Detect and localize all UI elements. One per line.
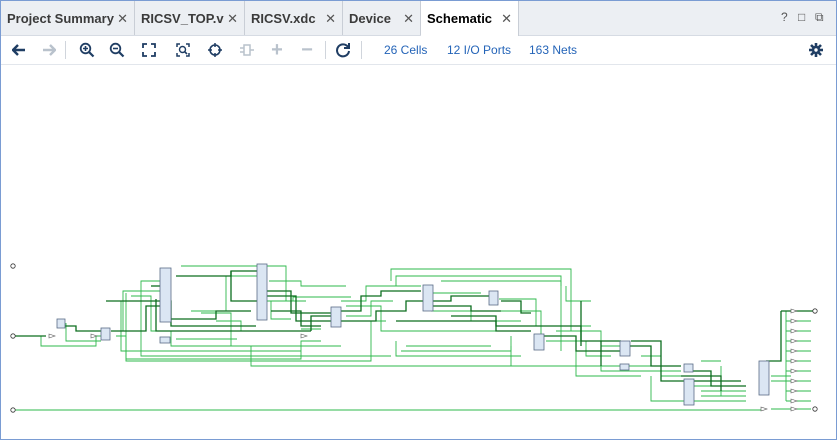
close-icon[interactable]: ✕ [325,11,336,27]
cell[interactable] [619,340,631,357]
cell[interactable] [159,336,171,344]
zoom-out-icon[interactable] [107,40,127,60]
cell[interactable] [422,284,434,312]
zoom-fit-icon[interactable] [139,40,159,60]
cell[interactable] [683,363,694,373]
cell[interactable] [488,290,499,306]
io-ports-count-link[interactable]: 12 I/O Ports [447,43,511,57]
input-port[interactable] [10,407,16,413]
select-target-icon[interactable] [205,40,225,60]
toolbar-separator [361,41,362,59]
close-icon[interactable]: ✕ [403,11,414,27]
cell[interactable] [758,360,770,396]
tab-ricsv-top-v[interactable]: RICSV_TOP.v ✕ [135,1,245,35]
tab-ricsv-xdc[interactable]: RICSV.xdc ✕ [245,1,343,35]
zoom-area-icon[interactable] [173,40,193,60]
cells-count-link[interactable]: 26 Cells [384,43,427,57]
cell[interactable] [256,263,268,321]
input-port[interactable] [10,263,16,269]
tab-label: Device [349,10,391,26]
restore-icon[interactable]: □ [798,10,805,24]
tab-schematic[interactable]: Schematic ✕ [421,1,519,36]
nets-count-link[interactable]: 163 Nets [529,43,577,57]
toolbar-separator [65,41,66,59]
cell[interactable] [159,267,172,323]
schematic-canvas[interactable] [1,65,836,439]
tab-bar: Project Summary ✕ RICSV_TOP.v ✕ RICSV.xd… [1,1,836,36]
schematic-window: Project Summary ✕ RICSV_TOP.v ✕ RICSV.xd… [0,0,837,440]
close-icon[interactable]: ✕ [227,11,238,27]
cell[interactable] [619,363,630,371]
cell[interactable] [56,318,66,329]
input-port[interactable] [10,333,16,339]
add-icon[interactable]: + [267,39,287,61]
tab-device[interactable]: Device ✕ [343,1,421,35]
tab-label: Schematic [427,11,493,26]
cell[interactable] [683,378,695,406]
output-port[interactable] [812,406,818,412]
output-port[interactable] [812,308,818,314]
tab-label: RICSV_TOP.v [141,10,224,26]
cells [56,263,770,406]
zoom-in-icon[interactable] [77,40,97,60]
refresh-icon[interactable] [333,40,353,60]
toolbar-separator [325,41,326,59]
close-icon[interactable]: ✕ [501,11,512,27]
toolbar: + − 26 Cells 12 I/O Ports 163 Nets [1,36,836,65]
settings-icon[interactable] [806,40,826,60]
remove-icon[interactable]: − [297,39,317,61]
forward-arrow-icon[interactable] [39,40,59,60]
cell[interactable] [533,333,545,351]
cell[interactable] [100,327,111,341]
cell[interactable] [330,306,342,328]
expand-icon[interactable] [237,40,257,60]
tab-project-summary[interactable]: Project Summary ✕ [1,1,135,35]
float-icon[interactable]: ⧉ [815,10,824,25]
close-icon[interactable]: ✕ [117,11,128,27]
back-arrow-icon[interactable] [9,40,29,60]
help-icon[interactable]: ? [781,10,788,24]
tab-label: RICSV.xdc [251,10,316,26]
tab-label: Project Summary [7,10,114,26]
